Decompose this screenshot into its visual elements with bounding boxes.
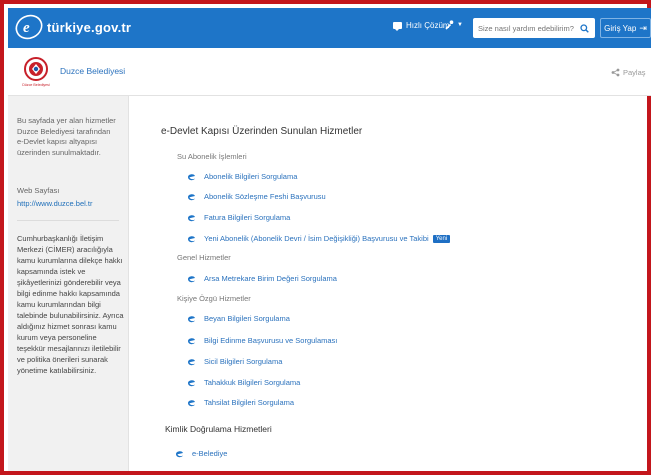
- chat-icon: [393, 22, 402, 31]
- sign-in-icon: ⇥: [639, 22, 647, 33]
- service-link[interactable]: Tahakkuk Bilgileri Sorgulama: [187, 378, 300, 387]
- service-label: Beyan Bilgileri Sorgulama: [204, 314, 290, 323]
- group-title-genel: Genel Hizmetler: [177, 253, 231, 262]
- e-devlet-icon: [188, 173, 195, 180]
- identity-verification-title: Kimlik Doğrulama Hizmetleri: [165, 424, 272, 434]
- accessibility-menu[interactable]: ▼: [445, 20, 463, 30]
- e-devlet-icon: [188, 214, 195, 221]
- e-devlet-icon: [188, 275, 195, 282]
- e-devlet-logo-icon: e: [15, 14, 43, 40]
- service-link[interactable]: Abonelik Sözleşme Feshi Başvurusu: [187, 192, 326, 201]
- e-devlet-icon: [188, 235, 195, 242]
- share-button[interactable]: Paylaş: [611, 68, 646, 77]
- service-link[interactable]: Bilgi Edinme Başvurusu ve Sorgulaması: [187, 336, 337, 345]
- page-frame: e türkiye.gov.tr Hızlı Çözüm ▼ Size nası…: [0, 0, 651, 475]
- search-icon[interactable]: [577, 21, 591, 35]
- service-link[interactable]: Fatura Bilgileri Sorgulama: [187, 213, 290, 222]
- sidebar: Bu sayfada yer alan hizmetler Duzce Bele…: [8, 96, 129, 471]
- e-devlet-icon: [188, 379, 195, 386]
- turkiye-gov-logo[interactable]: e türkiye.gov.tr: [14, 13, 131, 41]
- logo-text: türkiye.gov.tr: [47, 19, 132, 35]
- svg-text:e: e: [23, 20, 30, 36]
- group-title-su-abonelik: Su Abonelik İşlemleri: [177, 152, 247, 161]
- search-box: [473, 18, 595, 38]
- service-link[interactable]: Beyan Bilgileri Sorgulama: [187, 314, 290, 323]
- institution-header: Düzce Belediyesi Duzce Belediyesi Paylaş: [8, 48, 651, 96]
- service-link[interactable]: Yeni Abonelik (Abonelik Devri / İsim Değ…: [187, 234, 451, 243]
- share-icon: [611, 68, 620, 77]
- service-label: Abonelik Bilgileri Sorgulama: [204, 172, 298, 181]
- web-page-link[interactable]: http://www.duzce.bel.tr: [17, 199, 92, 210]
- institution-name[interactable]: Duzce Belediyesi: [60, 66, 125, 76]
- duzce-belediyesi-logo[interactable]: Düzce Belediyesi: [21, 56, 51, 88]
- service-label: Fatura Bilgileri Sorgulama: [204, 213, 291, 222]
- service-link[interactable]: Sicil Bilgileri Sorgulama: [187, 357, 282, 366]
- quick-solution-label: Hızlı Çözüm: [406, 21, 450, 30]
- e-devlet-icon: [188, 193, 195, 200]
- new-badge: Yeni: [432, 234, 451, 243]
- svg-text:Düzce Belediyesi: Düzce Belediyesi: [22, 83, 50, 87]
- service-label: Bilgi Edinme Başvurusu ve Sorgulaması: [204, 336, 338, 345]
- cimer-info-text: Cumhurbaşkanlığı İletişim Merkezi (CİMER…: [17, 234, 124, 375]
- share-label: Paylaş: [623, 68, 646, 77]
- web-page-label: Web Sayfası: [17, 186, 60, 195]
- accessibility-icon: [445, 20, 454, 30]
- e-devlet-icon: [188, 358, 195, 365]
- service-label: Arsa Metrekare Birim Değeri Sorgulama: [204, 274, 337, 283]
- top-navbar: e türkiye.gov.tr Hızlı Çözüm ▼ Size nası…: [8, 8, 651, 48]
- service-link[interactable]: Tahsilat Bilgileri Sorgulama: [187, 398, 294, 407]
- service-label: Tahsilat Bilgileri Sorgulama: [204, 398, 295, 407]
- service-label: Sicil Bilgileri Sorgulama: [204, 357, 283, 366]
- service-link[interactable]: Abonelik Bilgileri Sorgulama: [187, 172, 297, 181]
- service-label: Tahakkuk Bilgileri Sorgulama: [204, 378, 301, 387]
- sidebar-intro-text: Bu sayfada yer alan hizmetler Duzce Bele…: [17, 116, 116, 157]
- login-button[interactable]: Giriş Yap ⇥: [600, 18, 651, 38]
- service-label: e-Belediye: [192, 449, 228, 458]
- quick-solution-link[interactable]: Hızlı Çözüm: [393, 21, 450, 31]
- e-devlet-icon: [188, 315, 195, 322]
- service-link[interactable]: Arsa Metrekare Birim Değeri Sorgulama: [187, 274, 337, 283]
- service-label: Abonelik Sözleşme Feshi Başvurusu: [204, 192, 326, 201]
- search-input[interactable]: [473, 19, 577, 37]
- service-label: Yeni Abonelik (Abonelik Devri / İsim Değ…: [204, 234, 429, 243]
- page-title: e-Devlet Kapısı Üzerinden Sunulan Hizmet…: [161, 126, 363, 137]
- e-devlet-icon: [188, 337, 195, 344]
- main-content: e-Devlet Kapısı Üzerinden Sunulan Hizmet…: [129, 96, 651, 471]
- sidebar-divider: [17, 220, 119, 221]
- chevron-down-icon: ▼: [457, 22, 463, 28]
- e-devlet-icon: [176, 450, 183, 457]
- group-title-kisiye-ozgu: Kişiye Özgü Hizmetler: [177, 294, 251, 303]
- e-belediye-link[interactable]: e-Belediye: [175, 449, 227, 458]
- e-devlet-icon: [188, 399, 195, 406]
- login-label: Giriş Yap: [604, 23, 637, 33]
